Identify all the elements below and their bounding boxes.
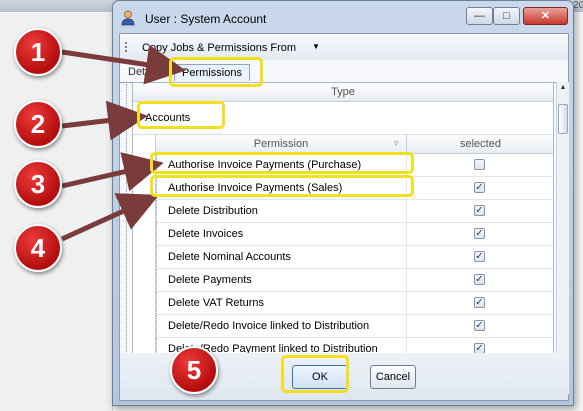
annotation-arrows <box>60 44 186 242</box>
arrow-3 <box>61 152 164 192</box>
step-badge-1: 1 <box>14 28 62 76</box>
arrow-4 <box>60 193 160 242</box>
highlight-ok-button <box>281 355 349 393</box>
step-badge-3: 3 <box>14 160 62 208</box>
step-badge-5: 5 <box>170 346 218 394</box>
arrow-2 <box>61 100 148 141</box>
highlight-accounts-group <box>137 101 225 129</box>
highlight-row-purchase <box>150 152 414 174</box>
highlight-permissions-tab <box>169 57 263 87</box>
step-badge-2: 2 <box>14 100 62 148</box>
step-badge-4: 4 <box>14 224 62 272</box>
arrow-1 <box>61 44 186 85</box>
highlight-row-sales <box>150 175 414 197</box>
